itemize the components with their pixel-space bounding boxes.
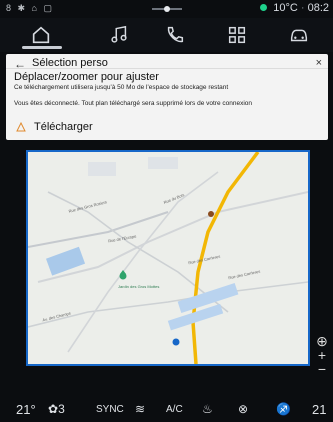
status-icons: 8 ✱ ⌂ ▢ — [6, 3, 54, 13]
driver-temp[interactable]: 21° — [16, 402, 36, 417]
storage-note: Ce téléchargement utilisera jusqu'à 50 M… — [14, 84, 229, 91]
poi-label: Jardin des Gros Mottes — [118, 284, 160, 289]
map-canvas — [28, 152, 308, 364]
warning-icon — [16, 122, 26, 132]
divider — [6, 68, 328, 69]
rear-defrost-icon[interactable]: ≋ — [135, 402, 145, 416]
nav-apps[interactable] — [226, 24, 250, 48]
main-nav — [0, 18, 333, 52]
offline-map-panel: ← Sélection perso × Déplacer/zoomer pour… — [6, 54, 328, 140]
nav-car[interactable] — [288, 24, 312, 48]
status-bar: 8 ✱ ⌂ ▢ 10°C · 08:2 — [0, 0, 333, 18]
nav-home[interactable] — [22, 24, 62, 49]
page-indicator — [152, 6, 182, 12]
locate-button[interactable]: ⊕ — [315, 334, 329, 348]
status-right: 10°C · 08:2 — [260, 2, 329, 14]
nav-phone[interactable] — [164, 24, 188, 48]
front-defrost-icon[interactable]: ♨ — [202, 402, 213, 416]
seat-heat-icon[interactable]: ♐ — [276, 402, 291, 416]
fan-icon: ✿ — [48, 402, 59, 416]
zoom-in-button[interactable]: + — [315, 348, 329, 362]
ac-button[interactable]: A/C — [166, 404, 183, 415]
clock: 08:2 — [307, 2, 329, 14]
map-controls: ⊕ + − — [315, 334, 329, 390]
sync-button[interactable]: SYNC — [96, 404, 124, 415]
map-view[interactable]: Jardin des Gros Mottes Rue des Gros Rosi… — [26, 150, 310, 366]
outside-temp: 10°C — [273, 2, 298, 14]
fan-speed[interactable]: ✿3 — [48, 402, 65, 416]
climate-bar: 21° ✿3 SYNC ≋ A/C ♨ ⊗ ♐ 21 — [0, 396, 333, 422]
passenger-temp[interactable]: 21 — [312, 402, 326, 417]
zoom-out-button[interactable]: − — [315, 362, 329, 376]
download-button[interactable]: Télécharger — [34, 121, 93, 133]
instruction-heading: Déplacer/zoomer pour ajuster — [14, 71, 159, 83]
connection-dot — [260, 4, 268, 11]
music-icon — [111, 25, 127, 43]
nav-music[interactable] — [108, 24, 132, 48]
apps-icon — [228, 26, 246, 44]
disconnect-note: Vous êtes déconnecté. Tout plan téléchar… — [14, 100, 253, 107]
home-icon — [32, 26, 50, 44]
phone-icon — [167, 26, 184, 43]
car-icon — [290, 29, 308, 42]
steering-heat-icon[interactable]: ⊗ — [238, 402, 248, 416]
